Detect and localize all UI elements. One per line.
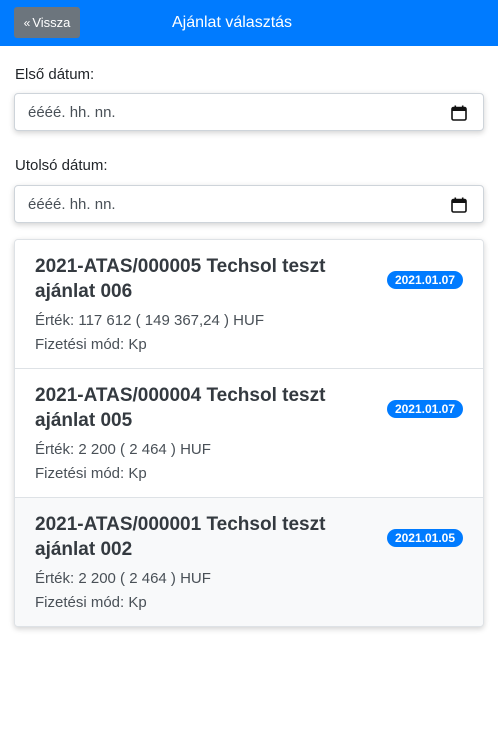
offer-value: Érték: 2 200 ( 2 464 ) HUF — [35, 570, 211, 587]
offer-value: Érték: 2 200 ( 2 464 ) HUF — [35, 441, 211, 458]
offer-list-item[interactable]: 2021-ATAS/000004 Techsol teszt ajánlat 0… — [15, 369, 483, 498]
offer-date-badge: 2021.01.05 — [386, 529, 463, 547]
page-title: Ajánlat választás — [171, 14, 293, 31]
offer-payment-method: Fizetési mód: Kp — [35, 594, 147, 611]
last-date-placeholder: éééé. hh. nn. — [28, 196, 116, 213]
first-date-placeholder: éééé. hh. nn. — [28, 104, 116, 121]
offer-value: Érték: 117 612 ( 149 367,24 ) HUF — [35, 312, 265, 329]
offer-title: 2021-ATAS/000004 Techsol teszt ajánlat 0… — [35, 385, 326, 431]
last-date-label: Utolsó dátum: — [15, 157, 108, 174]
first-date-input[interactable]: éééé. hh. nn. — [14, 93, 484, 131]
header-bar: «Vissza Ajánlat választás — [0, 0, 498, 46]
offer-list-item[interactable]: 2021-ATAS/000001 Techsol teszt ajánlat 0… — [15, 498, 483, 626]
offer-payment-method: Fizetési mód: Kp — [35, 336, 147, 353]
offer-payment-method: Fizetési mód: Kp — [35, 465, 147, 482]
offer-date-badge: 2021.01.07 — [386, 400, 463, 418]
offer-title: 2021-ATAS/000005 Techsol teszt ajánlat 0… — [35, 256, 326, 302]
offer-list-item[interactable]: 2021-ATAS/000005 Techsol teszt ajánlat 0… — [15, 240, 483, 369]
calendar-icon[interactable] — [451, 105, 467, 121]
calendar-icon[interactable] — [451, 197, 467, 213]
offer-title: 2021-ATAS/000001 Techsol teszt ajánlat 0… — [35, 514, 326, 560]
last-date-input[interactable]: éééé. hh. nn. — [14, 185, 484, 223]
offer-list: 2021-ATAS/000005 Techsol teszt ajánlat 0… — [14, 239, 484, 627]
offer-date-badge: 2021.01.07 — [386, 271, 463, 289]
first-date-label: Első dátum: — [15, 66, 95, 83]
